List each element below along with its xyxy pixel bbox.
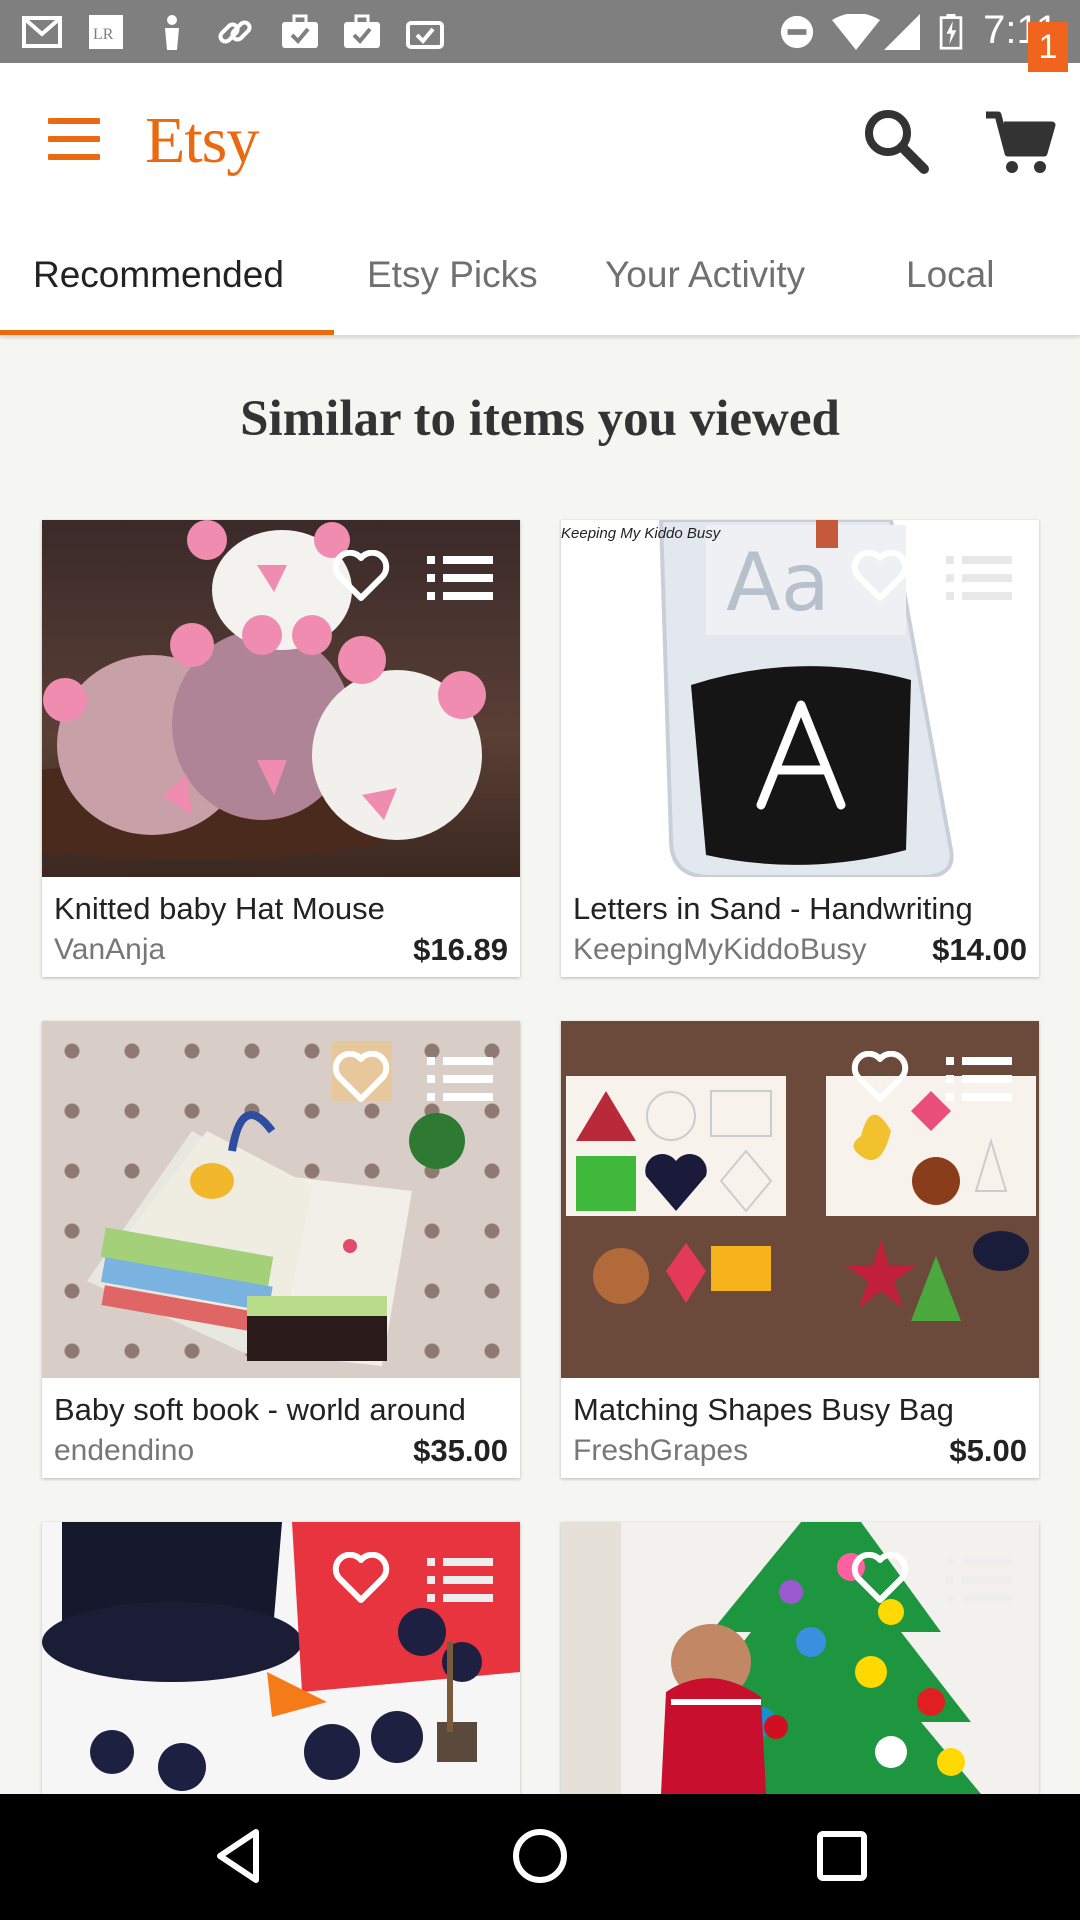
listing-price: $16.89 bbox=[413, 932, 508, 967]
favorite-heart-icon[interactable] bbox=[332, 1552, 390, 1604]
favorite-heart-icon[interactable] bbox=[851, 550, 909, 602]
listing-card[interactable] bbox=[42, 1522, 520, 1794]
briefcase-check-icon bbox=[344, 14, 380, 48]
listing-title[interactable]: Matching Shapes Busy Bag bbox=[573, 1392, 1028, 1428]
shop-name[interactable]: KeepingMyKiddoBusy bbox=[573, 933, 883, 967]
listing-image[interactable] bbox=[42, 1021, 520, 1378]
listing-card[interactable]: Baby soft book - world around endendino … bbox=[42, 1021, 520, 1478]
gmail-icon bbox=[22, 16, 62, 48]
listing-info: Letters in Sand - Handwriting KeepingMyK… bbox=[561, 877, 1039, 977]
person-icon bbox=[165, 15, 179, 50]
add-to-list-icon[interactable] bbox=[427, 554, 493, 602]
briefcase-check-outline-icon bbox=[406, 21, 444, 49]
shop-name[interactable]: VanAnja bbox=[54, 933, 374, 967]
listing-image[interactable] bbox=[42, 520, 520, 877]
listing-card[interactable]: Aa Keeping My Kiddo Busy Letters in Sand… bbox=[561, 520, 1039, 977]
tab-recommended[interactable]: Recommended bbox=[33, 254, 284, 296]
link-icon bbox=[218, 20, 252, 44]
battery-charging-icon bbox=[939, 14, 963, 50]
favorite-heart-icon[interactable] bbox=[332, 1051, 390, 1103]
app-bar: Etsy bbox=[0, 63, 1080, 210]
listing-image[interactable] bbox=[561, 1522, 1039, 1794]
cart-icon[interactable] bbox=[982, 101, 1062, 181]
listing-price: $14.00 bbox=[932, 932, 1027, 967]
system-nav-bar bbox=[0, 1794, 1080, 1920]
status-bar: LR 7:11 bbox=[0, 0, 1080, 63]
menu-icon[interactable] bbox=[48, 118, 100, 160]
recents-icon[interactable] bbox=[812, 1826, 872, 1886]
listing-title[interactable]: Baby soft book - world around bbox=[54, 1392, 509, 1428]
tab-bar: Recommended Etsy Picks Your Activity Loc… bbox=[0, 210, 1080, 335]
listing-image[interactable]: Aa Keeping My Kiddo Busy bbox=[561, 520, 1039, 877]
search-icon[interactable] bbox=[858, 103, 934, 179]
section-title: Similar to items you viewed bbox=[240, 391, 840, 447]
tab-local[interactable]: Local bbox=[906, 254, 994, 296]
listing-title[interactable]: Knitted baby Hat Mouse bbox=[54, 891, 509, 927]
svg-text:LR: LR bbox=[93, 26, 114, 43]
add-to-list-icon[interactable] bbox=[946, 1055, 1012, 1103]
listing-card[interactable] bbox=[561, 1522, 1039, 1794]
favorite-heart-icon[interactable] bbox=[332, 550, 390, 602]
shop-name[interactable]: FreshGrapes bbox=[573, 1434, 893, 1468]
listing-price: $5.00 bbox=[949, 1433, 1027, 1468]
tab-your-activity[interactable]: Your Activity bbox=[605, 254, 805, 296]
signal-icon bbox=[884, 14, 920, 50]
add-to-list-icon[interactable] bbox=[427, 1556, 493, 1604]
active-tab-indicator bbox=[0, 330, 334, 335]
listing-card[interactable]: Knitted baby Hat Mouse VanAnja $16.89 bbox=[42, 520, 520, 977]
add-to-list-icon[interactable] bbox=[946, 1556, 1012, 1604]
listing-card[interactable]: Matching Shapes Busy Bag FreshGrapes $5.… bbox=[561, 1021, 1039, 1478]
do-not-disturb-icon bbox=[780, 15, 814, 49]
svg-text:Aa: Aa bbox=[726, 536, 830, 629]
etsy-logo[interactable]: Etsy bbox=[145, 103, 259, 179]
shop-name[interactable]: endendino bbox=[54, 1434, 374, 1468]
favorite-heart-icon[interactable] bbox=[851, 1552, 909, 1604]
listing-title[interactable]: Letters in Sand - Handwriting bbox=[573, 891, 1028, 927]
lightroom-icon: LR bbox=[89, 15, 123, 49]
briefcase-check-icon bbox=[282, 14, 318, 48]
listing-price: $35.00 bbox=[413, 1433, 508, 1468]
add-to-list-icon[interactable] bbox=[946, 554, 1012, 602]
wifi-icon bbox=[832, 14, 880, 50]
back-icon[interactable] bbox=[210, 1826, 270, 1886]
listing-image[interactable] bbox=[561, 1021, 1039, 1378]
listing-info: Baby soft book - world around endendino … bbox=[42, 1378, 520, 1478]
favorite-heart-icon[interactable] bbox=[851, 1051, 909, 1103]
tab-etsy-picks[interactable]: Etsy Picks bbox=[367, 254, 538, 296]
cart-badge[interactable]: 1 bbox=[1028, 22, 1068, 72]
image-watermark: Keeping My Kiddo Busy bbox=[561, 525, 721, 542]
listing-info: Knitted baby Hat Mouse VanAnja $16.89 bbox=[42, 877, 520, 977]
listing-image[interactable] bbox=[42, 1522, 520, 1794]
listing-info: Matching Shapes Busy Bag FreshGrapes $5.… bbox=[561, 1378, 1039, 1478]
home-icon[interactable] bbox=[510, 1826, 570, 1886]
add-to-list-icon[interactable] bbox=[427, 1055, 493, 1103]
